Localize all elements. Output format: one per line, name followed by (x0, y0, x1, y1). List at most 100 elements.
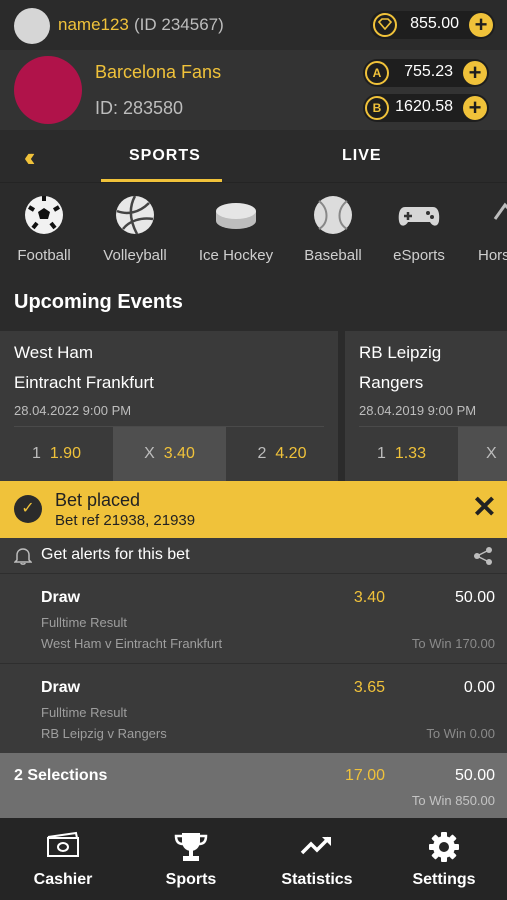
club-avatar[interactable] (14, 56, 82, 124)
bet-selection-row[interactable]: Draw 3.65 0.00 Fulltime Result RB Leipzi… (0, 663, 507, 753)
selection-odds: 3.40 (353, 589, 385, 606)
odds-value: 1.90 (49, 445, 81, 462)
odds-value: 4.20 (275, 445, 307, 462)
horse-icon (493, 202, 507, 220)
nav-label: Cashier (33, 871, 93, 888)
event-home-team: RB Leipzig (359, 343, 442, 362)
share-icon[interactable] (473, 546, 493, 566)
tab-bar: ‹‹ SPORTS LIVE (0, 130, 507, 182)
alerts-label: Get alerts for this bet (41, 546, 190, 563)
club-coins-a-pill: A 755.23 + (363, 59, 489, 87)
selection-name: Draw (41, 679, 81, 696)
bet-placed-banner: ✓ Bet placed Bet ref 21938, 21939 ✕ (0, 481, 507, 538)
nav-sports[interactable]: Sports (128, 818, 254, 900)
user-bar: name123 (ID 234567) 855.00 + (0, 0, 507, 50)
sport-label: Hors (478, 247, 507, 264)
sport-label: Football (17, 247, 71, 264)
club-coin-a-icon: A (365, 61, 389, 85)
event-card[interactable]: RB Leipzig Rangers 28.04.2019 9:00 PM 1 … (345, 331, 507, 481)
odds-button-draw[interactable]: X 3.40 (113, 427, 226, 481)
trophy-icon (174, 833, 208, 861)
nav-settings[interactable]: Settings (381, 818, 507, 900)
bottom-nav: Cashier Sports Statistics Settings (0, 818, 507, 900)
sport-label: Ice Hockey (198, 247, 274, 264)
sports-row: Football Volleyball Ice Hockey Baseball (0, 182, 507, 277)
total-selections-label: 2 Selections (14, 767, 108, 784)
bet-alerts-row[interactable]: Get alerts for this bet (0, 538, 507, 573)
event-home-team: West Ham (14, 343, 94, 362)
club-id: ID: 283580 (95, 98, 184, 118)
bell-icon (14, 548, 32, 565)
selection-market: Fulltime Result (41, 705, 127, 720)
tab-live[interactable]: LIVE (342, 147, 382, 165)
club-name: Barcelona Fans (95, 62, 222, 82)
upcoming-events-title: Upcoming Events (14, 291, 183, 313)
sport-ice-hockey[interactable]: Ice Hockey (186, 183, 286, 278)
club-bar: Barcelona Fans ID: 283580 A 755.23 + B 1… (0, 50, 507, 130)
total-odds: 17.00 (344, 767, 385, 784)
selection-stake[interactable]: 50.00 (455, 589, 495, 607)
add-balance-button[interactable]: + (469, 13, 493, 37)
odds-label: 2 (257, 445, 267, 462)
sport-esports[interactable]: eSports (369, 183, 469, 278)
username: name123 (58, 15, 129, 34)
nav-label: Sports (165, 871, 217, 888)
club-coin-b-icon: B (365, 96, 389, 120)
baseball-icon (314, 196, 352, 234)
cash-icon (47, 831, 79, 857)
total-stake: 50.00 (454, 767, 495, 784)
diamond-coin-icon (373, 13, 397, 37)
selection-name: Draw (41, 589, 81, 606)
club-coins-b-value: 1620.58 (395, 98, 453, 115)
hockey-puck-icon (216, 203, 256, 229)
add-club-coins-b-button[interactable]: + (463, 96, 487, 120)
odds-button-away[interactable]: 2 4.20 (226, 427, 338, 481)
balance-value: 855.00 (410, 15, 459, 32)
sport-label: Baseball (304, 247, 362, 264)
check-icon: ✓ (14, 495, 42, 523)
event-card[interactable]: West Ham Eintracht Frankfurt 28.04.2022 … (0, 331, 338, 481)
sport-label: eSports (393, 247, 445, 264)
event-away-team: Rangers (359, 373, 424, 392)
selection-stake[interactable]: 0.00 (464, 679, 495, 697)
selection-market: Fulltime Result (41, 615, 127, 630)
gear-icon (429, 832, 459, 862)
nav-statistics[interactable]: Statistics (254, 818, 380, 900)
odds-button-draw[interactable]: X (458, 427, 507, 481)
club-coins-a-value: 755.23 (404, 63, 453, 80)
sport-baseball[interactable]: Baseball (283, 183, 383, 278)
football-icon (25, 196, 63, 234)
double-chevron-left-icon[interactable]: ‹‹ (24, 142, 36, 173)
trend-icon (300, 836, 331, 855)
user-id: (ID 234567) (134, 15, 224, 34)
nav-label: Statistics (281, 871, 353, 888)
odds-button-home[interactable]: 1 1.90 (0, 427, 113, 481)
event-datetime: 28.04.2019 9:00 PM (359, 403, 477, 418)
odds-value: 1.33 (394, 445, 426, 462)
balance-pill: 855.00 + (370, 11, 495, 39)
bet-reference: Bet ref 21938, 21939 (55, 512, 196, 529)
selection-to-win: To Win 170.00 (411, 636, 495, 651)
total-to-win: To Win 850.00 (411, 793, 495, 808)
odds-button-home[interactable]: 1 1.33 (345, 427, 458, 481)
user-avatar[interactable] (14, 8, 50, 44)
odds-value: 3.40 (163, 445, 195, 462)
selection-odds: 3.65 (353, 679, 385, 696)
club-coins-b-pill: B 1620.58 + (363, 94, 489, 122)
volleyball-icon (116, 195, 154, 235)
nav-cashier[interactable]: Cashier (0, 818, 126, 900)
add-club-coins-a-button[interactable]: + (463, 61, 487, 85)
sport-horse-racing[interactable]: Hors (466, 183, 507, 278)
selection-event: West Ham v Eintracht Frankfurt (41, 636, 223, 651)
gamepad-icon (398, 207, 440, 226)
odds-label: X (144, 445, 155, 462)
tab-sports[interactable]: SPORTS (129, 147, 201, 165)
event-datetime: 28.04.2022 9:00 PM (14, 403, 132, 418)
sport-volleyball[interactable]: Volleyball (85, 183, 185, 278)
selection-to-win: To Win 0.00 (426, 726, 495, 741)
sport-football[interactable]: Football (0, 183, 94, 278)
app: name123 (ID 234567) 855.00 + Barcelona F… (0, 0, 507, 900)
event-away-team: Eintracht Frankfurt (14, 373, 154, 392)
close-icon[interactable]: ✕ (472, 493, 497, 523)
bet-selection-row[interactable]: Draw 3.40 50.00 Fulltime Result West Ham… (0, 573, 507, 663)
